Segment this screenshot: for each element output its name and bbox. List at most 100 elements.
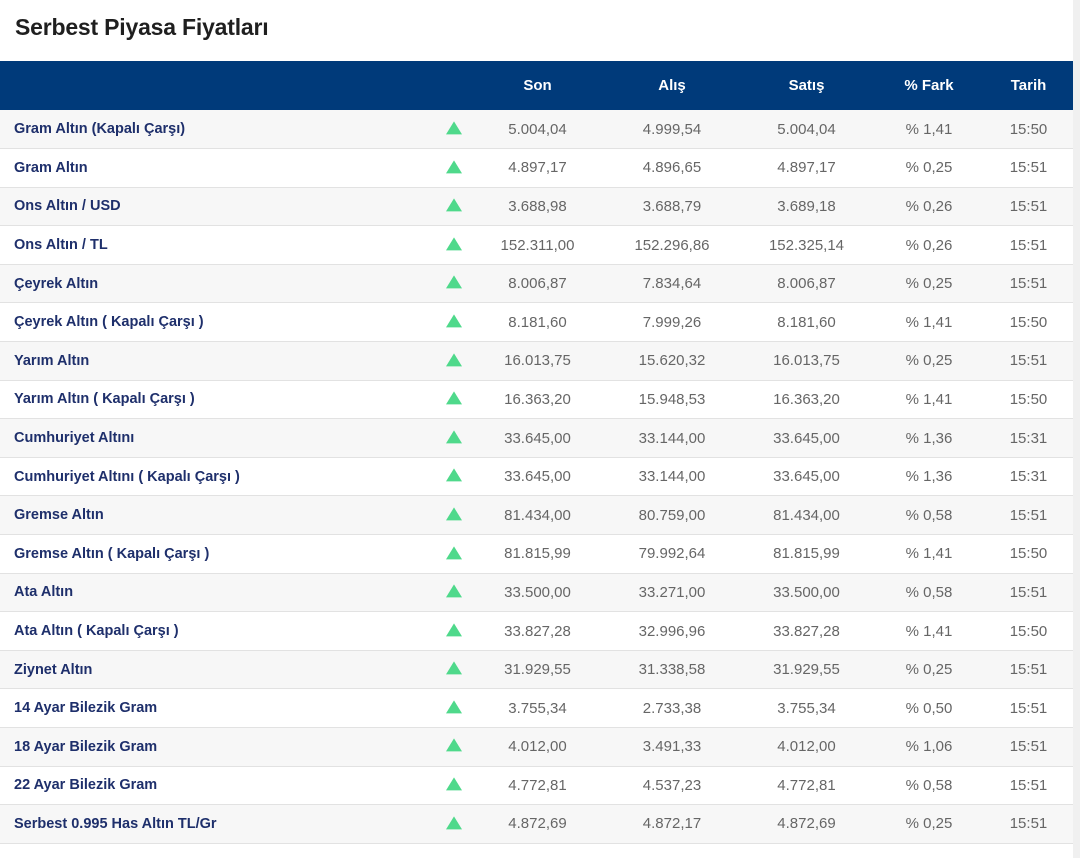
table-row[interactable]: Serbest 0.995 Has Altın TL/Gr 4.872,69 4.8… [0, 804, 1073, 844]
arrow-up-icon [446, 390, 462, 406]
table-row[interactable]: Gremse Altın ( Kapalı Çarşı ) 81.815,99 79… [0, 534, 1073, 574]
buy-price: 33.144,00 [638, 468, 706, 486]
asset-name[interactable]: Yarım Altın [0, 342, 470, 381]
asset-name[interactable]: Gremse Altın [0, 496, 470, 535]
buy-price: 3.491,33 [642, 738, 702, 756]
buy-price: 4.999,54 [642, 120, 702, 138]
sell-price: 33.645,00 [773, 429, 840, 447]
son-price: 33.645,00 [504, 429, 571, 447]
asset-name[interactable]: Ons Altın / USD [0, 187, 470, 226]
arrow-up-icon [446, 776, 462, 792]
table-row[interactable]: Çeyrek Altın ( Kapalı Çarşı ) 8.181,60 7.9… [0, 302, 1073, 342]
table-row[interactable]: Ziynet Altın 31.929,55 31.338,58 31.929,55%… [0, 650, 1073, 689]
table-row[interactable]: Ons Altın / USD 3.688,98 3.688,79 3.689,18%… [0, 187, 1073, 226]
change-percent: % 1,41 [905, 622, 953, 640]
asset-name-label: Cumhuriyet Altını ( Kapalı Çarşı ) [14, 468, 240, 485]
buy-price: 4.896,65 [642, 159, 702, 177]
sell-price: 3.755,34 [777, 699, 836, 717]
son-price: 16.013,75 [504, 352, 571, 370]
table-row[interactable]: Yarım Altın 16.013,75 15.620,32 16.013,75 % … [0, 341, 1073, 381]
table-row[interactable]: 14 Ayar Bilezik Gram 3.755,34 2.733,38 3.75… [0, 688, 1073, 728]
buy-price: 3.688,79 [642, 197, 702, 215]
son-price: 3.688,98 [508, 197, 567, 215]
asset-name[interactable]: 14 Ayar Bilezik Gram [0, 689, 470, 728]
change-percent: % 1,36 [905, 429, 953, 447]
change-percent: % 0,25 [905, 661, 953, 679]
buy-price: 80.759,00 [638, 506, 706, 524]
change-percent: % 0,58 [905, 506, 953, 524]
arrow-up-icon [446, 506, 462, 522]
column-header-alis[interactable]: Alış [605, 61, 739, 110]
asset-name[interactable]: Serbest 0.995 Has Altın TL/Gr [0, 805, 470, 844]
asset-name[interactable]: Ons Altın / TL [0, 226, 470, 265]
update-time: 15:51 [1009, 159, 1048, 177]
asset-name[interactable]: 18 Ayar Bilezik Gram [0, 728, 470, 767]
table-row[interactable]: 18 Ayar Bilezik Gram 4.012,00 3.491,33 4.01… [0, 727, 1073, 767]
arrow-up-icon [446, 313, 462, 329]
asset-name[interactable]: Gram Altın [0, 149, 470, 188]
arrow-up-icon [446, 621, 462, 637]
table-row[interactable]: Ata Altın ( Kapalı Çarşı ) 33.827,28 32.99… [0, 611, 1073, 651]
table-row[interactable]: Gremse Altın 81.434,00 80.759,00 81.434,00%… [0, 495, 1073, 535]
arrow-up-icon [446, 583, 462, 599]
change-percent: % 0,25 [905, 352, 953, 370]
son-price: 16.363,20 [504, 390, 571, 408]
buy-price: 7.834,64 [642, 275, 702, 293]
buy-price: 31.338,58 [638, 661, 706, 679]
asset-name-label: Serbest 0.995 Has Altın TL/Gr [14, 815, 217, 832]
son-price: 5.004,04 [508, 120, 567, 138]
update-time: 15:50 [1009, 622, 1048, 640]
update-time: 15:51 [1009, 197, 1048, 215]
table-body: Gram Altın (Kapalı Çarşı) 5.004,04 4.999,5… [0, 110, 1073, 844]
asset-name[interactable]: Yarım Altın ( Kapalı Çarşı ) [0, 380, 470, 419]
asset-name-label: Ons Altın / USD [14, 198, 121, 215]
asset-name[interactable]: Cumhuriyet Altını ( Kapalı Çarşı ) [0, 457, 470, 496]
asset-name[interactable]: Gremse Altın ( Kapalı Çarşı ) [0, 535, 470, 574]
table-row[interactable]: Yarım Altın ( Kapalı Çarşı ) 16.363,20 15.… [0, 380, 1073, 419]
table-row[interactable]: 22 Ayar Bilezik Gram 4.772,81 4.537,23 4.77… [0, 766, 1073, 805]
son-price: 152.311,00 [500, 236, 575, 254]
sell-price: 33.827,28 [773, 622, 840, 640]
son-price: 81.815,99 [504, 545, 571, 563]
sell-price: 33.500,00 [773, 583, 840, 601]
asset-name[interactable]: Ata Altın [0, 573, 470, 612]
buy-price: 33.271,00 [638, 583, 706, 601]
asset-name[interactable]: Ziynet Altın [0, 650, 470, 689]
table-row[interactable]: Gram Altın (Kapalı Çarşı) 5.004,04 4.999,5… [0, 110, 1073, 149]
asset-name-label: Gremse Altın [14, 507, 104, 524]
son-price: 33.500,00 [504, 583, 571, 601]
asset-name[interactable]: Ata Altın ( Kapalı Çarşı ) [0, 612, 470, 651]
asset-name-label: Yarım Altın [14, 352, 90, 369]
change-percent: % 1,41 [905, 313, 953, 331]
column-header-fark[interactable]: % Fark [874, 61, 984, 110]
asset-name[interactable]: Çeyrek Altın ( Kapalı Çarşı ) [0, 303, 470, 342]
sell-price: 4.897,17 [777, 159, 836, 177]
asset-name-label: Yarım Altın ( Kapalı Çarşı ) [14, 391, 195, 408]
update-time: 15:50 [1009, 390, 1048, 408]
change-percent: % 0,25 [905, 159, 953, 177]
table-row[interactable]: Gram Altın 4.897,17 4.896,65 4.897,17 % 0,25… [0, 148, 1073, 188]
asset-name[interactable]: Cumhuriyet Altını [0, 419, 470, 458]
son-price: 33.645,00 [504, 468, 571, 486]
son-price: 4.012,00 [508, 738, 567, 756]
arrow-up-icon [446, 428, 462, 444]
column-header-son[interactable]: Son [470, 61, 605, 110]
asset-name[interactable]: Gram Altın (Kapalı Çarşı) [0, 110, 470, 149]
arrow-up-icon [446, 814, 462, 830]
son-price: 4.772,81 [508, 776, 567, 794]
asset-name[interactable]: Çeyrek Altın [0, 264, 470, 303]
asset-name[interactable]: 22 Ayar Bilezik Gram [0, 766, 470, 805]
table-row[interactable]: Ata Altın 33.500,00 33.271,00 33.500,00 % 0,… [0, 573, 1073, 612]
son-price: 4.897,17 [508, 159, 567, 177]
column-header-satis[interactable]: Satış [739, 61, 874, 110]
table-row[interactable]: Çeyrek Altın 8.006,87 7.834,64 8.006,87 % 0,… [0, 264, 1073, 303]
arrow-up-icon [446, 544, 462, 560]
table-row[interactable]: Ons Altın / TL 152.311,00 152.296,86 152.32… [0, 225, 1073, 265]
update-time: 15:51 [1009, 506, 1048, 524]
change-percent: % 1,36 [905, 468, 953, 486]
table-row[interactable]: Cumhuriyet Altını 33.645,00 33.144,00 33.64… [0, 418, 1073, 458]
change-percent: % 0,26 [905, 197, 953, 215]
prices-panel: Serbest Piyasa Fiyatları Son Alış Satış … [0, 0, 1073, 858]
column-header-tarih[interactable]: Tarih [984, 61, 1073, 110]
table-row[interactable]: Cumhuriyet Altını ( Kapalı Çarşı ) 33.645… [0, 457, 1073, 496]
